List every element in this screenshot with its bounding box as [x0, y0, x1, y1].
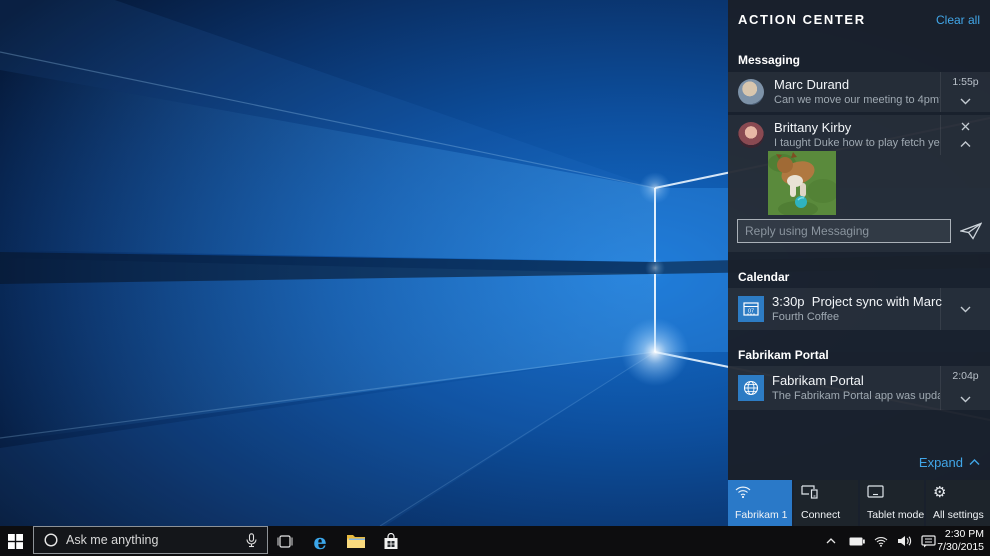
chevron-down-icon[interactable]: [958, 94, 974, 108]
edge-icon: e: [313, 531, 326, 552]
taskbar: e: [0, 526, 990, 556]
quick-actions-row: Fabrikam 1 Connect: [728, 480, 990, 526]
clock-time: 2:30 PM: [937, 528, 984, 541]
notification-time: 2:04p: [952, 370, 978, 382]
action-center-tray-button[interactable]: [917, 526, 939, 556]
quick-action-all-settings[interactable]: ⚙ All settings: [926, 480, 990, 526]
message-preview: I taught Duke how to play fetch yesterda…: [774, 136, 940, 150]
task-view-icon: [276, 535, 294, 548]
chevron-down-icon[interactable]: [958, 392, 974, 406]
wifi-tray-button[interactable]: [871, 526, 891, 556]
clock-date: 7/30/2015: [937, 541, 984, 554]
message-photo-dog[interactable]: [768, 151, 836, 215]
wifi-icon: [735, 485, 751, 503]
desktop-screen: ACTION CENTER Clear all Messaging Marc D…: [0, 0, 990, 556]
action-center-icon: [921, 535, 936, 548]
notification-brittany-kirby[interactable]: Brittany Kirby I taught Duke how to play…: [728, 115, 990, 252]
event-title: 3:30p Project sync with Marc: [772, 294, 940, 310]
start-button[interactable]: [0, 526, 30, 556]
sender-name: Brittany Kirby: [774, 120, 940, 136]
quick-action-fabrikam1[interactable]: Fabrikam 1: [728, 480, 792, 526]
action-center-panel: ACTION CENTER Clear all Messaging Marc D…: [728, 0, 990, 526]
cortana-circle-icon: [44, 533, 58, 547]
battery-icon: [849, 537, 865, 546]
wifi-icon: [874, 536, 888, 547]
microphone-icon[interactable]: [246, 533, 257, 548]
connect-icon: [801, 485, 818, 504]
avatar: [738, 79, 764, 105]
clock[interactable]: 2:30 PM 7/30/2015: [937, 528, 984, 554]
app-name: Fabrikam Portal: [772, 373, 940, 389]
calendar-icon: 07: [738, 296, 764, 322]
event-location: Fourth Coffee: [772, 310, 940, 324]
store-bag-icon: [383, 533, 399, 550]
search-input[interactable]: [66, 533, 236, 547]
chevron-up-icon: [826, 538, 836, 544]
task-view-button[interactable]: [272, 526, 298, 556]
action-center-title: ACTION CENTER: [738, 12, 866, 27]
speaker-icon: [897, 535, 912, 547]
chevron-up-icon: [969, 459, 980, 466]
show-hidden-icons-button[interactable]: [822, 526, 840, 556]
tablet-mode-icon: [867, 485, 884, 503]
notification-fabrikam-portal[interactable]: Fabrikam Portal The Fabrikam Portal app …: [728, 366, 990, 410]
chevron-up-icon[interactable]: [958, 137, 974, 151]
store-button[interactable]: [377, 526, 405, 556]
notification-calendar-event[interactable]: 07 3:30p Project sync with Marc Fourth C…: [728, 288, 990, 330]
clear-all-link[interactable]: Clear all: [936, 13, 980, 27]
notification-time: 1:55p: [952, 76, 978, 88]
calendar-section-label: Calendar: [738, 270, 789, 284]
expand-link[interactable]: Expand: [919, 455, 980, 470]
windows-logo-icon: [8, 534, 23, 549]
quick-action-tablet-mode[interactable]: Tablet mode: [860, 480, 924, 526]
fabrikam-section-label: Fabrikam Portal: [738, 348, 829, 362]
reply-input[interactable]: [737, 219, 951, 243]
battery-tray-button[interactable]: [846, 526, 868, 556]
file-explorer-button[interactable]: [342, 526, 370, 556]
notification-marc-durand[interactable]: Marc Durand Can we move our meeting to 4…: [728, 72, 990, 112]
messaging-section-label: Messaging: [738, 53, 800, 67]
edge-browser-button[interactable]: e: [306, 526, 334, 556]
send-icon[interactable]: [960, 222, 982, 240]
close-icon[interactable]: [958, 119, 974, 133]
volume-tray-button[interactable]: [893, 526, 915, 556]
folder-icon: [346, 533, 366, 549]
avatar: [738, 122, 764, 148]
message-preview: Can we move our meeting to 4pm?: [774, 93, 940, 107]
sender-name: Marc Durand: [774, 77, 940, 93]
cortana-search-box[interactable]: [33, 526, 268, 554]
settings-gear-icon: ⚙: [933, 485, 946, 500]
globe-icon: [738, 375, 764, 401]
notification-text: The Fabrikam Portal app was updated: [772, 389, 940, 403]
quick-action-connect[interactable]: Connect: [794, 480, 858, 526]
chevron-down-icon[interactable]: [958, 302, 974, 316]
